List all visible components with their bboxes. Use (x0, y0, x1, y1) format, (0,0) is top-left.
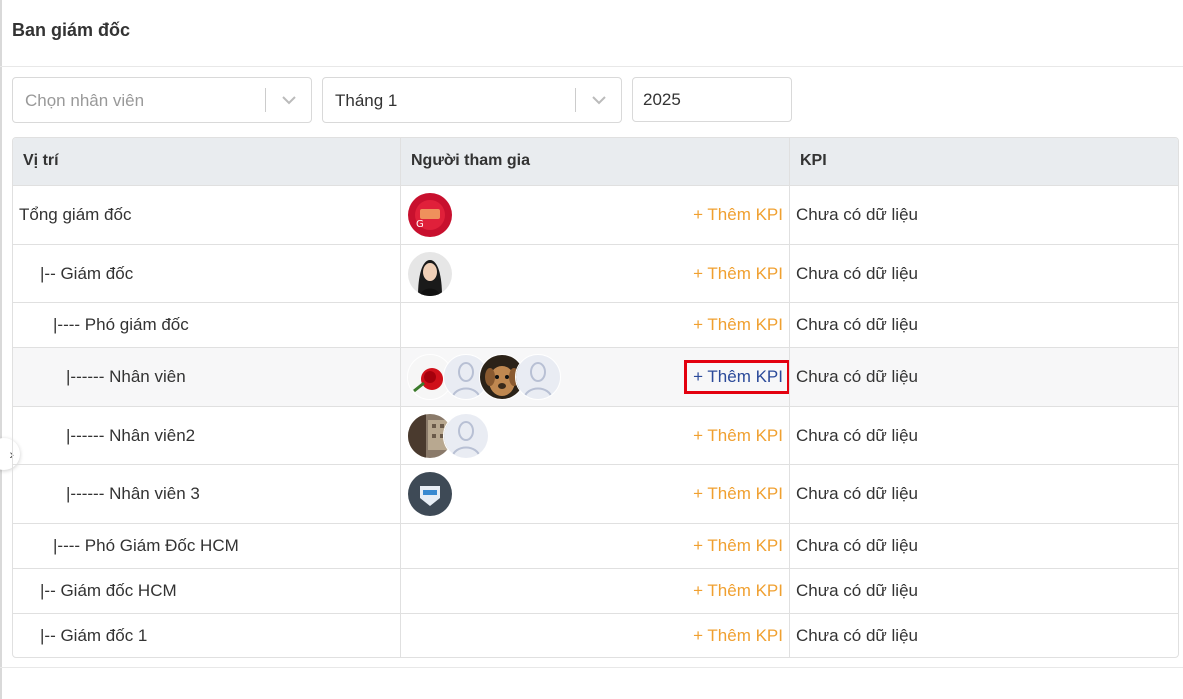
table-row: |---- Phó Giám Đốc HCM + Thêm KPI Chưa có … (13, 523, 1178, 568)
add-kpi-button[interactable]: + Thêm KPI (693, 205, 783, 225)
position-label: |------ Nhân viên 3 (66, 484, 200, 503)
avatar[interactable] (515, 354, 561, 400)
year-input[interactable] (632, 77, 792, 122)
position-label: |-- Giám đốc (40, 263, 134, 283)
participant-avatars (407, 354, 561, 400)
kpi-status: Chưa có dữ liệu (796, 425, 918, 445)
position-label: |------ Nhân viên (66, 367, 186, 386)
table-row: |-- Giám đốc 1 + Thêm KPI Chưa có dữ liệu (13, 613, 1178, 657)
position-label: |------ Nhân viên2 (66, 425, 196, 445)
add-kpi-button[interactable]: + Thêm KPI (684, 360, 790, 394)
kpi-status: Chưa có dữ liệu (796, 367, 918, 386)
select-separator (575, 88, 576, 112)
table-row: |------ Nhân viên + Thêm KPI Chưa có dữ li… (13, 347, 1178, 406)
add-kpi-button[interactable]: + Thêm KPI (693, 626, 783, 646)
kpi-status: Chưa có dữ liệu (796, 484, 918, 503)
svg-text:G: G (416, 219, 424, 230)
participant-avatars: G (407, 192, 453, 238)
column-divider (789, 138, 790, 657)
add-kpi-button[interactable]: + Thêm KPI (693, 536, 783, 556)
kpi-table: Vị trí Người tham gia KPI Tổng giám đốc G… (12, 137, 1179, 658)
table-row: |---- Phó giám đốc + Thêm KPI Chưa có dữ l… (13, 302, 1178, 347)
select-separator (265, 88, 266, 112)
employee-select[interactable]: Chọn nhân viên (12, 77, 312, 123)
chevron-down-icon[interactable] (588, 89, 610, 111)
kpi-status: Chưa có dữ liệu (796, 581, 918, 600)
kpi-status: Chưa có dữ liệu (796, 626, 918, 645)
chevron-down-icon[interactable] (278, 89, 300, 111)
add-kpi-button[interactable]: + Thêm KPI (693, 315, 783, 335)
table-row: |-- Giám đốc HCM + Thêm KPI Chưa có dữ liệ… (13, 568, 1178, 613)
kpi-status: Chưa có dữ liệu (796, 205, 918, 224)
employee-select-placeholder: Chọn nhân viên (25, 91, 145, 110)
position-label: |---- Phó giám đốc (53, 315, 189, 334)
table-row: |-- Giám đốc + Thêm KPI Chưa có dữ liệu (13, 244, 1178, 302)
position-label: Tổng giám đốc (19, 205, 132, 224)
kpi-status: Chưa có dữ liệu (796, 263, 918, 283)
avatar[interactable] (443, 412, 489, 459)
table-row: |------ Nhân viên2 + Thêm KPI Chưa có dữ l… (13, 406, 1178, 464)
avatar[interactable]: G (407, 192, 453, 238)
sidebar-edge (0, 0, 2, 699)
participant-avatars (407, 471, 453, 517)
table-row: Tổng giám đốc G + Thêm KPI Chưa có dữ liệu (13, 185, 1178, 244)
bottom-divider (0, 667, 1183, 668)
add-kpi-button[interactable]: + Thêm KPI (693, 264, 783, 284)
column-divider (400, 138, 401, 657)
header-participants: Người tham gia (411, 152, 530, 169)
position-label: |-- Giám đốc 1 (40, 626, 148, 645)
participant-avatars (407, 412, 489, 459)
table-header: Vị trí Người tham gia KPI (13, 138, 1178, 185)
avatar[interactable] (407, 250, 453, 297)
month-select-value: Tháng 1 (335, 91, 398, 110)
position-label: |-- Giám đốc HCM (40, 581, 177, 600)
add-kpi-button[interactable]: + Thêm KPI (693, 426, 783, 446)
kpi-status: Chưa có dữ liệu (796, 315, 918, 334)
month-select[interactable]: Tháng 1 (322, 77, 622, 123)
page-title: Ban giám đốc (12, 20, 131, 40)
add-kpi-button[interactable]: + Thêm KPI (693, 484, 783, 504)
header-kpi: KPI (800, 152, 827, 169)
header-position: Vị trí (23, 152, 59, 169)
avatar[interactable] (407, 471, 453, 517)
add-kpi-button[interactable]: + Thêm KPI (693, 581, 783, 601)
header-divider (0, 66, 1183, 67)
kpi-status: Chưa có dữ liệu (796, 536, 918, 555)
table-row: |------ Nhân viên 3 + Thêm KPI Chưa có dữ … (13, 464, 1178, 523)
position-label: |---- Phó Giám Đốc HCM (53, 536, 239, 555)
participant-avatars (407, 250, 453, 297)
